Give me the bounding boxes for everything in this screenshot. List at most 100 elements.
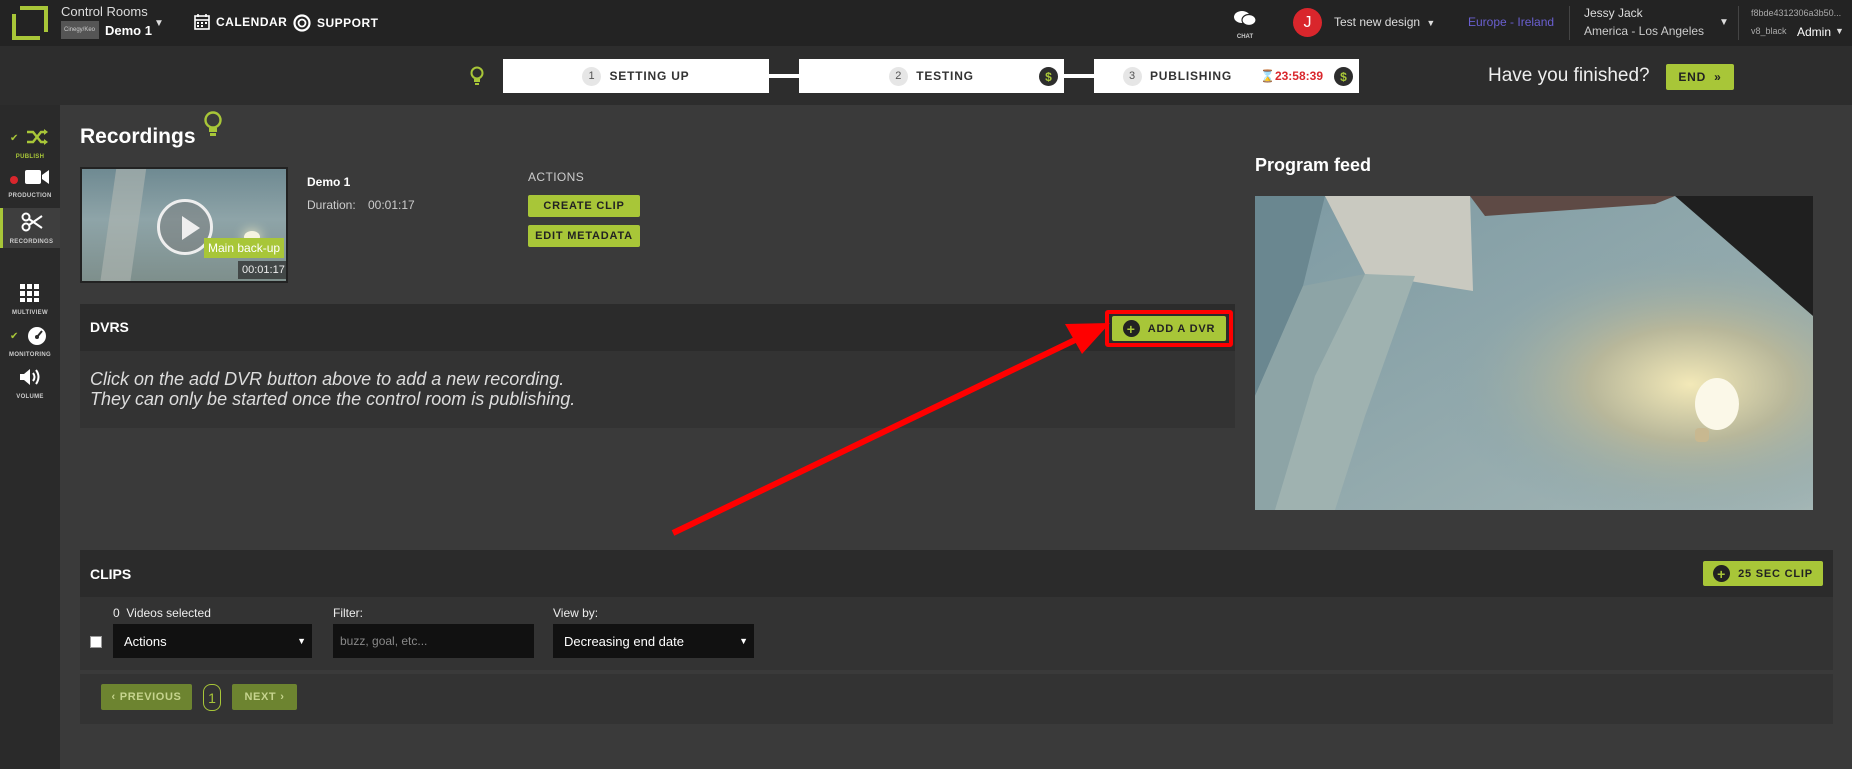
next-label: NEXT: [244, 691, 277, 703]
sidebar-label: PRODUCTION: [8, 193, 52, 199]
region-link[interactable]: Europe - Ireland: [1468, 15, 1554, 29]
finished-question: Have you finished?: [1488, 65, 1650, 86]
step-connector: [1064, 74, 1094, 78]
video-camera-icon: [25, 170, 49, 184]
sidebar: ✔ PUBLISH PRODUCTION RECORDINGS MULTIVIE…: [0, 105, 60, 769]
live-dot-icon: [10, 176, 18, 184]
hourglass-icon: ⌛: [1260, 69, 1275, 83]
dvrs-message-line: They can only be started once the contro…: [90, 389, 576, 409]
actions-select-value: Actions: [124, 633, 167, 649]
sidebar-item-publish[interactable]: ✔ PUBLISH: [0, 127, 60, 163]
divider: [1738, 6, 1739, 40]
selected-label: Videos selected: [126, 606, 211, 620]
step-testing[interactable]: 2 TESTING: [799, 59, 1064, 93]
chevron-left-icon: ‹: [111, 691, 116, 703]
nav-calendar[interactable]: CALENDAR: [194, 14, 287, 30]
sec-clip-label: 25 SEC CLIP: [1738, 567, 1813, 580]
step-label: TESTING: [916, 69, 974, 83]
step-number: 2: [889, 66, 909, 86]
actions-heading: ACTIONS: [528, 170, 585, 184]
recording-name: Demo 1: [307, 175, 351, 189]
caret-down-icon[interactable]: ▼: [1719, 17, 1729, 28]
org-badge: Cinegy/Keo: [61, 21, 99, 39]
chat-bubbles-icon: [1234, 11, 1257, 27]
avatar[interactable]: J: [1293, 8, 1322, 37]
lightbulb-icon[interactable]: [203, 110, 223, 138]
lifebuoy-icon: [293, 14, 311, 32]
caret-down-icon: ▼: [297, 636, 306, 646]
caret-down-icon: ▼: [1426, 18, 1436, 28]
current-page[interactable]: 1: [203, 684, 221, 711]
dvrs-title: DVRS: [90, 319, 129, 335]
scissors-icon: [21, 212, 43, 232]
dvrs-header: [80, 304, 1235, 351]
view-by-select[interactable]: Decreasing end date ▼: [553, 624, 754, 658]
plus-circle-icon: +: [1713, 565, 1731, 582]
step-number: 1: [582, 66, 602, 86]
videos-selected: 0 Videos selected: [113, 606, 211, 620]
gauge-icon: [28, 327, 46, 345]
shuffle-icon: [27, 129, 48, 145]
end-label: END: [1678, 70, 1707, 84]
sidebar-item-volume[interactable]: VOLUME: [0, 367, 60, 403]
sidebar-item-production[interactable]: PRODUCTION: [0, 168, 60, 204]
page-title: Recordings: [80, 125, 196, 148]
caret-down-icon: ▼: [739, 636, 748, 646]
annotation-highlight-box: [1105, 310, 1233, 347]
role-dropdown[interactable]: Admin: [1797, 25, 1831, 39]
nav-support-label: SUPPORT: [317, 16, 379, 30]
step-number: 3: [1123, 66, 1142, 86]
actions-select[interactable]: Actions ▼: [113, 624, 312, 658]
chat-button[interactable]: CHAT: [1233, 10, 1257, 40]
end-button[interactable]: END »: [1666, 64, 1734, 90]
app-title: Control Rooms: [61, 4, 148, 19]
lightbulb-icon[interactable]: [469, 66, 485, 86]
caret-down-icon[interactable]: ▼: [1835, 26, 1844, 36]
room-switcher[interactable]: Cinegy/Keo Demo 1: [61, 21, 152, 39]
previous-label: PREVIOUS: [119, 691, 182, 703]
recording-thumbnail[interactable]: Main back-up 00:01:17: [80, 167, 288, 283]
calendar-icon: [194, 14, 210, 30]
sidebar-item-recordings[interactable]: RECORDINGS: [0, 208, 60, 248]
double-chevron-right-icon: »: [1714, 70, 1722, 84]
view-by-label: View by:: [553, 606, 599, 620]
sidebar-item-monitoring[interactable]: ✔ MONITORING: [0, 325, 60, 361]
app-logo-icon[interactable]: [12, 6, 48, 40]
caret-down-icon[interactable]: ▼: [154, 18, 164, 29]
backup-badge: Main back-up: [204, 238, 285, 258]
dollar-icon: $: [1334, 67, 1353, 86]
account-name: v8_black: [1751, 26, 1787, 36]
design-dropdown[interactable]: Test new design ▼: [1334, 15, 1435, 29]
design-label: Test new design: [1334, 15, 1421, 29]
thumbnail-scene: [99, 169, 147, 281]
duration-label: Duration:: [307, 198, 356, 212]
select-all-checkbox[interactable]: [90, 636, 102, 648]
chat-label: CHAT: [1236, 34, 1254, 40]
sidebar-label: MONITORING: [9, 352, 51, 358]
top-bar: Control Rooms Cinegy/Keo Demo 1 ▼ CALEND…: [0, 0, 1852, 46]
check-icon: ✔: [10, 331, 19, 342]
sidebar-item-multiview[interactable]: MULTIVIEW: [0, 283, 60, 319]
step-connector: [769, 74, 799, 78]
edit-metadata-button[interactable]: EDIT METADATA: [528, 225, 640, 247]
thumbnail-duration: 00:01:17: [238, 261, 286, 279]
dvrs-empty-message: Click on the add DVR button above to add…: [90, 369, 575, 409]
pagination-bar: [80, 674, 1833, 724]
sec-clip-button[interactable]: + 25 SEC CLIP: [1703, 561, 1823, 586]
step-label: SETTING UP: [609, 69, 690, 83]
clips-header: [80, 550, 1833, 597]
dollar-icon: $: [1039, 67, 1058, 86]
program-feed-video[interactable]: [1255, 196, 1813, 510]
step-setting-up[interactable]: 1 SETTING UP: [503, 59, 769, 93]
filter-input[interactable]: [333, 624, 534, 658]
user-name[interactable]: Jessy Jack: [1584, 6, 1643, 20]
sidebar-label: PUBLISH: [15, 154, 45, 160]
nav-support[interactable]: SUPPORT: [293, 14, 379, 32]
create-clip-button[interactable]: CREATE CLIP: [528, 195, 640, 217]
timer-value: 23:58:39: [1274, 69, 1323, 83]
chevron-right-icon: ›: [280, 691, 285, 703]
view-by-value: Decreasing end date: [564, 633, 684, 649]
previous-page-button[interactable]: ‹ PREVIOUS: [101, 684, 192, 710]
nav-calendar-label: CALENDAR: [216, 15, 288, 29]
next-page-button[interactable]: NEXT ›: [232, 684, 297, 710]
